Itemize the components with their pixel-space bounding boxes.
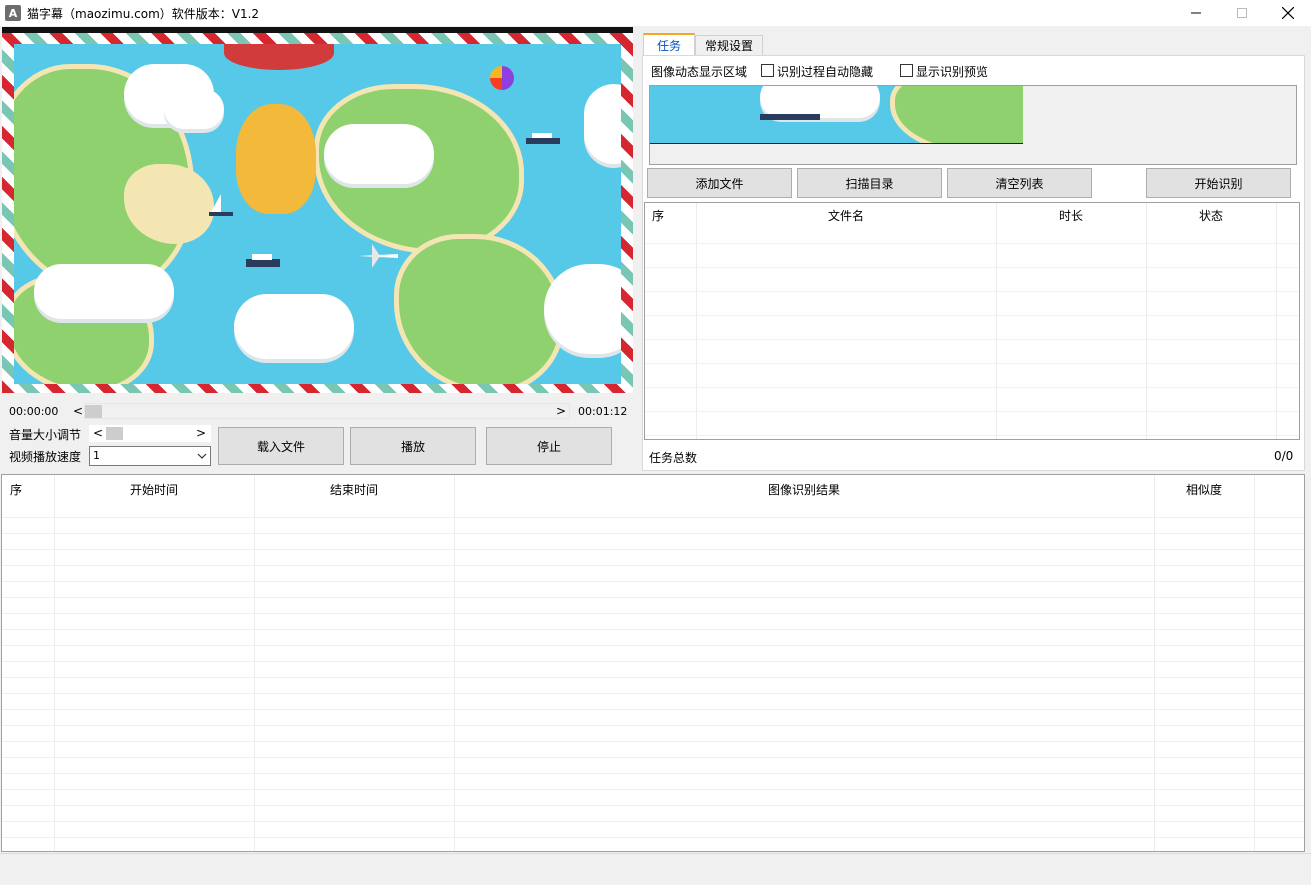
start-recognition-button[interactable]: 开始识别 xyxy=(1146,168,1291,198)
stop-button[interactable]: 停止 xyxy=(486,427,612,465)
video-frame-image xyxy=(14,44,621,384)
column-header-start-time[interactable]: 开始时间 xyxy=(54,477,254,501)
region-label: 图像动态显示区域 xyxy=(651,65,748,79)
column-header-duration[interactable]: 时长 xyxy=(996,203,1146,227)
current-time: 00:00:00 xyxy=(9,405,59,418)
column-header-recognition-result[interactable]: 图像识别结果 xyxy=(454,477,1154,501)
tab-settings[interactable]: 常规设置 xyxy=(695,35,763,55)
auto-hide-checkbox[interactable] xyxy=(761,64,774,77)
results-table[interactable]: 序 开始时间 结束时间 图像识别结果 相似度 xyxy=(1,474,1305,852)
seek-right-arrow-icon[interactable]: > xyxy=(554,403,568,419)
volume-label: 音量大小调节 xyxy=(9,428,82,442)
chevron-down-icon xyxy=(197,453,207,459)
column-header-status[interactable]: 状态 xyxy=(1146,203,1276,227)
dinosaur-character xyxy=(236,104,316,214)
seek-slider[interactable]: < > xyxy=(73,403,570,419)
task-list-table[interactable]: 序 文件名 时长 状态 xyxy=(644,202,1300,440)
close-icon xyxy=(1282,7,1294,19)
close-button[interactable] xyxy=(1265,0,1311,26)
preview-image xyxy=(650,86,1023,144)
title-bar: A 猫字幕（maozimu.com）软件版本：V1.2 xyxy=(0,0,1311,26)
recognition-preview-area xyxy=(649,85,1297,165)
volume-thumb[interactable] xyxy=(106,427,123,440)
volume-right-arrow-icon[interactable]: > xyxy=(194,425,208,441)
seek-thumb[interactable] xyxy=(85,405,102,418)
volume-slider[interactable]: < > xyxy=(89,425,211,442)
task-total-value: 0/0 xyxy=(1274,449,1294,463)
total-time: 00:01:12 xyxy=(578,405,628,418)
add-file-button[interactable]: 添加文件 xyxy=(647,168,792,198)
maximize-button[interactable] xyxy=(1219,0,1265,26)
window-title: 猫字幕（maozimu.com）软件版本：V1.2 xyxy=(27,6,260,21)
app-icon: A xyxy=(5,5,21,21)
show-preview-checkbox[interactable] xyxy=(900,64,913,77)
minimize-button[interactable] xyxy=(1173,0,1219,26)
volume-left-arrow-icon[interactable]: < xyxy=(91,425,105,441)
speed-label: 视频播放速度 xyxy=(9,450,82,464)
clear-list-button[interactable]: 清空列表 xyxy=(947,168,1092,198)
speed-value: 1 xyxy=(93,449,100,462)
column-header-end-time[interactable]: 结束时间 xyxy=(254,477,454,501)
seek-left-arrow-icon[interactable]: < xyxy=(71,403,85,419)
status-bar xyxy=(0,853,1311,885)
speed-select[interactable]: 1 xyxy=(89,446,211,466)
column-header-index[interactable]: 序 xyxy=(10,477,22,501)
video-preview[interactable] xyxy=(2,27,633,393)
column-header-similarity[interactable]: 相似度 xyxy=(1154,477,1254,501)
scan-directory-button[interactable]: 扫描目录 xyxy=(797,168,942,198)
show-preview-label[interactable]: 显示识别预览 xyxy=(916,63,988,80)
play-button[interactable]: 播放 xyxy=(350,427,476,465)
column-header-filename[interactable]: 文件名 xyxy=(696,203,996,227)
task-total-label: 任务总数 xyxy=(649,451,698,465)
load-file-button[interactable]: 载入文件 xyxy=(218,427,344,465)
tab-task[interactable]: 任务 xyxy=(643,33,695,55)
minimize-icon xyxy=(1191,12,1201,14)
column-header-index[interactable]: 序 xyxy=(652,203,664,227)
maximize-icon xyxy=(1237,8,1247,18)
auto-hide-label[interactable]: 识别过程自动隐藏 xyxy=(777,63,873,80)
